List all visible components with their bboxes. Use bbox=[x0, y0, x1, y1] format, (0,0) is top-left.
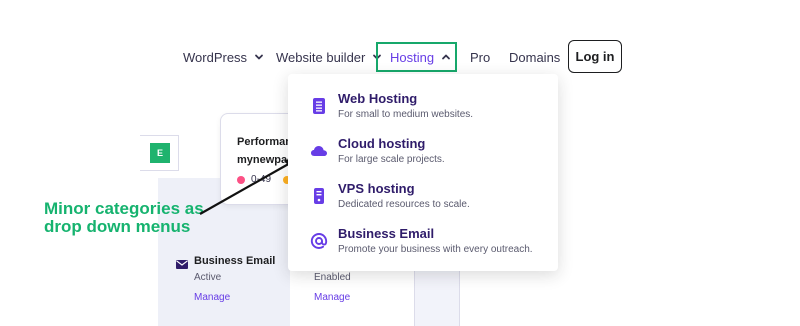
cloud-icon bbox=[310, 142, 328, 160]
dropdown-item-description: Dedicated resources to scale. bbox=[338, 199, 470, 210]
dropdown-item-description: For large scale projects. bbox=[338, 154, 445, 165]
dropdown-item-cloud-hosting[interactable]: Cloud hosting For large scale projects. bbox=[288, 135, 558, 175]
login-button[interactable]: Log in bbox=[568, 40, 622, 73]
dropdown-item-business-email[interactable]: Business Email Promote your business wit… bbox=[288, 225, 558, 265]
manage-link[interactable]: Manage bbox=[314, 292, 350, 303]
email-enabled: Enabled bbox=[314, 272, 351, 283]
hosting-dropdown-menu: Web Hosting For small to medium websites… bbox=[288, 74, 558, 271]
dropdown-item-title: Web Hosting bbox=[338, 91, 418, 106]
nav-domains[interactable]: Domains bbox=[509, 40, 560, 74]
dropdown-item-description: For small to medium websites. bbox=[338, 109, 474, 120]
nav-wordpress-label: WordPress bbox=[183, 49, 248, 65]
dropdown-item-title: Cloud hosting bbox=[338, 136, 426, 151]
top-navigation: WordPress Website builder Hosting Pro Do… bbox=[0, 40, 800, 74]
background-panel-right bbox=[414, 265, 460, 326]
dropdown-item-title: VPS hosting bbox=[338, 181, 415, 196]
email-status: Active bbox=[194, 272, 222, 283]
status-tag: E bbox=[150, 143, 170, 163]
email-service-title: Business Email bbox=[194, 255, 276, 267]
card-title: Performan bbox=[237, 136, 293, 148]
nav-domains-label: Domains bbox=[509, 49, 561, 65]
mail-icon bbox=[176, 256, 188, 269]
nav-website-builder[interactable]: Website builder bbox=[276, 40, 382, 74]
dropdown-item-description: Promote your business with every outreac… bbox=[338, 244, 533, 255]
dropdown-item-vps-hosting[interactable]: VPS hosting Dedicated resources to scale… bbox=[288, 180, 558, 220]
dropdown-item-web-hosting[interactable]: Web Hosting For small to medium websites… bbox=[288, 90, 558, 130]
nav-hosting-label: Hosting bbox=[390, 49, 435, 65]
annotation-arrow-icon bbox=[199, 158, 298, 215]
annotation-text: Minor categories as drop down menus bbox=[44, 199, 204, 236]
vps-server-icon bbox=[310, 187, 328, 205]
nav-hosting[interactable]: Hosting bbox=[376, 42, 457, 72]
chevron-down-icon bbox=[254, 52, 264, 62]
server-list-icon bbox=[310, 97, 328, 115]
chevron-up-icon bbox=[441, 52, 451, 62]
nav-website-builder-label: Website builder bbox=[276, 49, 366, 65]
dropdown-item-title: Business Email bbox=[338, 226, 435, 241]
manage-link[interactable]: Manage bbox=[194, 292, 230, 303]
nav-pro[interactable]: Pro bbox=[470, 40, 490, 74]
nav-pro-label: Pro bbox=[470, 49, 491, 65]
at-sign-icon bbox=[310, 232, 328, 250]
nav-wordpress[interactable]: WordPress bbox=[183, 40, 264, 74]
